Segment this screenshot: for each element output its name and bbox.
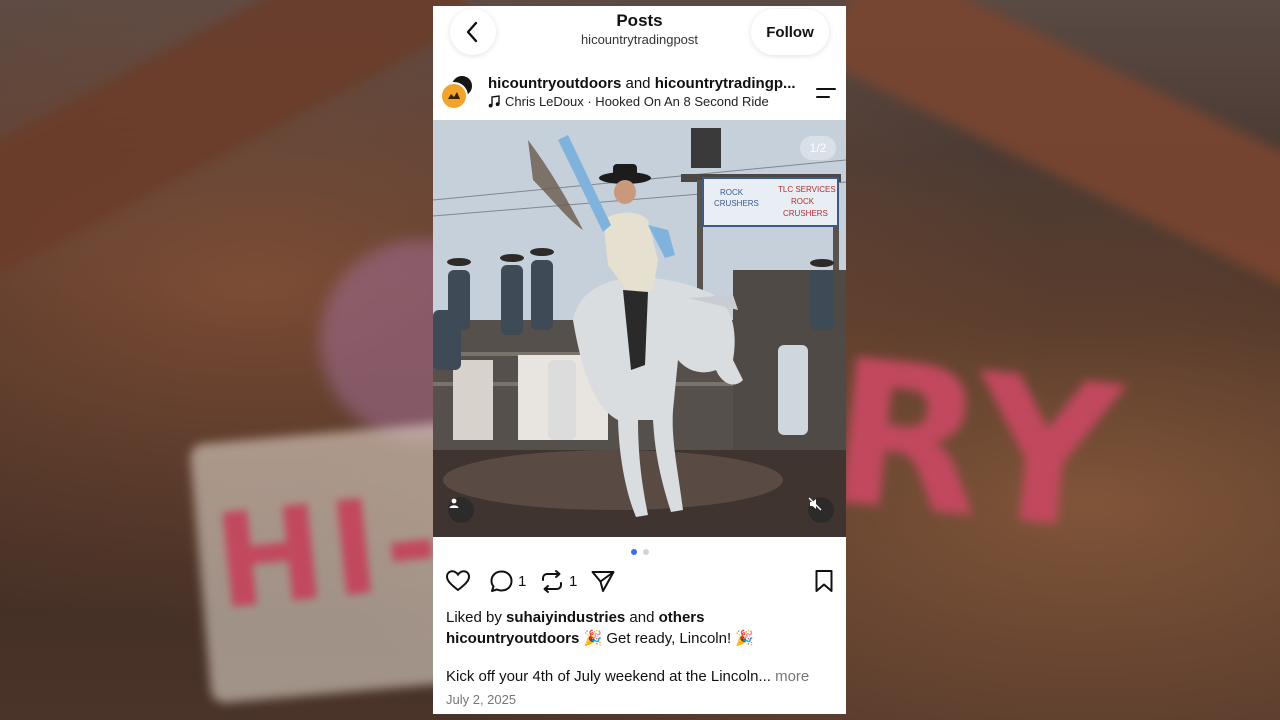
background-sign-lettering: RY — [818, 315, 1130, 578]
tagged-users-button[interactable] — [448, 497, 474, 523]
music-note-icon — [488, 95, 500, 108]
share-button[interactable] — [590, 569, 616, 594]
caption-body: Kick off your 4th of July weekend at the… — [446, 668, 771, 685]
like-button[interactable] — [445, 569, 471, 593]
music-track[interactable]: Chris LeDoux · Hooked On An 8 Second Rid… — [488, 94, 769, 109]
caption-body-line: Kick off your 4th of July weekend at the… — [446, 666, 836, 687]
action-bar: 1 1 — [433, 566, 846, 598]
muted-speaker-icon — [808, 497, 822, 511]
post-header: hicountryoutdoors and hicountrytradingp.… — [433, 68, 846, 120]
post-photo[interactable]: ROCK CRUSHERS TLC SERVICES ROCK CRUSHERS — [433, 120, 846, 537]
comment-icon — [490, 570, 513, 592]
post-authors[interactable]: hicountryoutdoors and hicountrytradingp.… — [488, 75, 808, 92]
svg-text:CRUSHERS: CRUSHERS — [783, 209, 828, 218]
caption-more-link[interactable]: more — [775, 668, 809, 685]
liked-by-user[interactable]: suhaiyindustries — [506, 609, 625, 626]
background-roof-shape — [820, 0, 1280, 288]
svg-text:CRUSHERS: CRUSHERS — [714, 199, 759, 208]
mute-toggle[interactable] — [808, 497, 834, 523]
svg-text:TLC SERVICES: TLC SERVICES — [778, 185, 836, 194]
send-icon — [591, 571, 615, 592]
save-button[interactable] — [814, 569, 834, 593]
comment-button[interactable]: 1 — [489, 569, 526, 594]
carousel-indicator — [433, 549, 846, 555]
rodeo-photo-illustration: ROCK CRUSHERS TLC SERVICES ROCK CRUSHERS — [433, 120, 846, 537]
repost-count: 1 — [569, 573, 578, 590]
menu-lines-icon[interactable] — [814, 82, 838, 106]
bookmark-icon — [815, 570, 833, 592]
author-name-secondary[interactable]: hicountrytradingp... — [655, 75, 796, 92]
caption-author[interactable]: hicountryoutdoors — [446, 630, 579, 647]
follow-button[interactable]: Follow — [751, 9, 829, 55]
music-track-label: Chris LeDoux · Hooked On An 8 Second Rid… — [505, 94, 769, 109]
caption-headline: 🎉 Get ready, Lincoln! 🎉 — [583, 630, 754, 647]
top-bar: Posts hicountrytradingpost Follow — [433, 6, 846, 68]
user-tag-icon — [449, 498, 459, 508]
post-view-panel: Posts hicountrytradingpost Follow hicoun… — [433, 6, 846, 714]
heart-icon — [445, 570, 471, 592]
post-date: July 2, 2025 — [446, 692, 517, 707]
brand-logo-icon — [448, 92, 460, 99]
liked-by-prefix: Liked by — [446, 609, 502, 626]
svg-text:ROCK: ROCK — [791, 197, 815, 206]
carousel-dot-active — [630, 549, 637, 555]
liked-by-line: Liked by suhaiyindustries and others — [446, 607, 836, 628]
author-name-primary[interactable]: hicountryoutdoors — [488, 75, 621, 92]
comment-count: 1 — [518, 573, 527, 590]
author-join: and — [625, 75, 651, 92]
post-caption: Liked by suhaiyindustries and others hic… — [446, 607, 836, 710]
repost-button[interactable]: 1 — [539, 569, 577, 594]
caption-first-line: hicountryoutdoors 🎉 Get ready, Lincoln! … — [446, 628, 836, 649]
svg-text:ROCK: ROCK — [720, 188, 744, 197]
liked-by-join: and — [629, 609, 655, 626]
author-avatar[interactable] — [440, 82, 468, 110]
liked-by-others[interactable]: others — [659, 609, 705, 626]
carousel-dot — [642, 549, 649, 555]
repost-icon — [542, 570, 562, 593]
carousel-counter: 1/2 — [800, 136, 836, 160]
